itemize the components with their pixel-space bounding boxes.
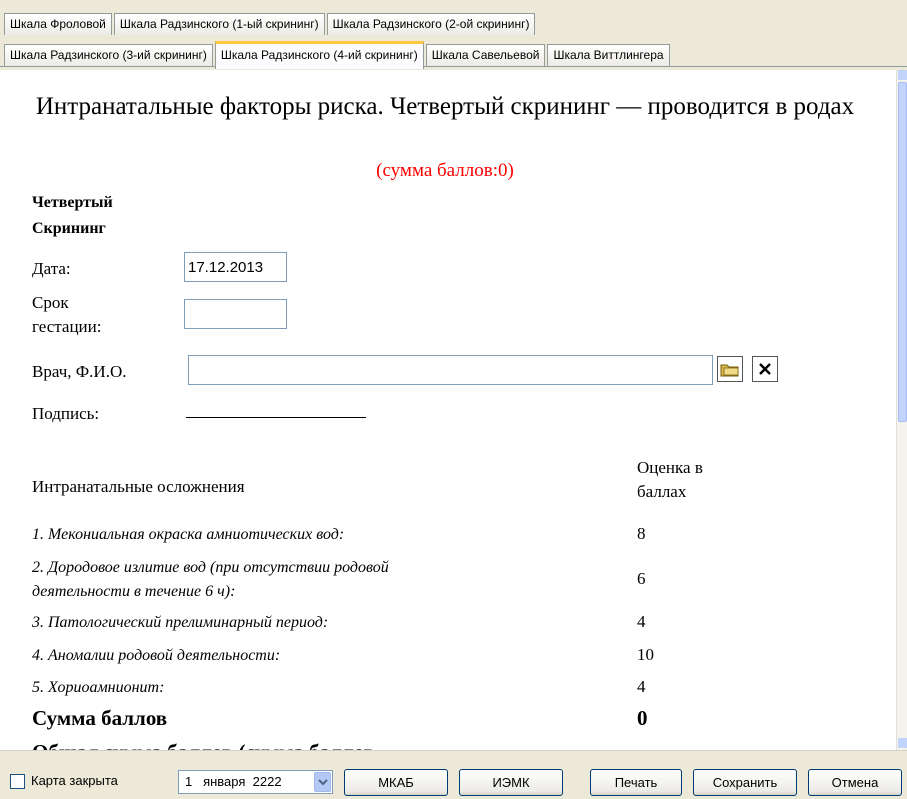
tab-frolova[interactable]: Шкала Фроловой (4, 13, 112, 35)
tab-radzinsky-4[interactable]: Шкала Радзинского (4-ий скрининг) (214, 41, 424, 69)
date-day: 1 (185, 774, 193, 789)
close-date-picker[interactable]: 1 января 2222 (178, 770, 333, 794)
mkab-button[interactable]: МКАБ (344, 769, 448, 796)
form-panel: Интранатальные факторы риска. Четвертый … (0, 70, 896, 750)
date-year: 2222 (252, 774, 282, 789)
score-summary: (сумма баллов:0) (376, 160, 514, 181)
vertical-scrollbar[interactable] (896, 70, 907, 750)
tab-row-2: Шкала Радзинского (3-ий скрининг) Шкала … (4, 41, 672, 72)
save-button[interactable]: Сохранить (693, 769, 797, 796)
table-header-score-line1: Оценка в (637, 458, 703, 477)
chevron-down-icon (317, 779, 328, 786)
tab-wittlinger[interactable]: Шкала Виттлингера (547, 44, 670, 66)
criterion-row-4: 4. Аномалии родовой деятельности: (32, 647, 281, 664)
tab-radzinsky-2[interactable]: Шкала Радзинского (2-ой скрининг) (326, 13, 536, 35)
date-month: января (203, 774, 246, 789)
criterion-score-2: 6 (637, 569, 646, 588)
print-button[interactable]: Печать (590, 769, 682, 796)
section-heading-line2: Скрининг (32, 220, 106, 237)
scroll-down-arrow[interactable] (898, 738, 907, 748)
sum-label: Сумма баллов (32, 706, 168, 730)
criterion-score-4: 10 (637, 645, 654, 664)
tab-strip: Шкала Фроловой Шкала Радзинского (1-ый с… (0, 0, 907, 70)
tab-divider (0, 66, 907, 67)
criterion-row-2: 2. Дородовое излитие вод (при отсутствии… (32, 559, 389, 576)
criterion-score-3: 4 (637, 612, 646, 631)
close-icon (759, 363, 771, 375)
date-dropdown-button[interactable] (314, 772, 331, 792)
card-closed-label: Карта закрыта (31, 773, 118, 788)
page-title: Интранатальные факторы риска. Четвертый … (35, 93, 855, 120)
signature-label: Подпись: (32, 404, 100, 423)
tab-radzinsky-3[interactable]: Шкала Радзинского (3-ий скрининг) (4, 44, 213, 66)
tab-row-1: Шкала Фроловой Шкала Радзинского (1-ый с… (4, 13, 537, 35)
criterion-row-1: 1. Мекониальная окраска амниотических во… (32, 526, 345, 543)
folder-icon (720, 364, 739, 377)
table-header-complications: Интранатальные осложнения (32, 477, 245, 496)
cancel-button[interactable]: Отмена (808, 769, 902, 796)
clear-doctor-button[interactable] (752, 356, 778, 382)
sum-value: 0 (637, 706, 648, 730)
doctor-label: Врач, Ф.И.О. (32, 362, 127, 381)
iemk-button[interactable]: ИЭМК (459, 769, 563, 796)
total-sum-label: Общая сумма баллов (сумма баллов (32, 740, 375, 750)
criterion-score-5: 4 (637, 677, 646, 696)
term-label-line1: Срок (32, 293, 69, 312)
term-label-line2: гестации: (32, 317, 102, 336)
select-doctor-button[interactable] (717, 356, 743, 382)
doctor-name-field[interactable] (188, 355, 713, 385)
criterion-score-1: 8 (637, 524, 646, 543)
section-heading-line1: Четвертый (32, 194, 113, 211)
table-header-score-line2: баллах (637, 482, 687, 501)
scroll-up-arrow[interactable] (898, 70, 907, 80)
card-closed-checkbox[interactable] (10, 774, 25, 789)
criterion-row-3: 3. Патологический прелиминарный период: (32, 614, 329, 631)
tab-radzinsky-1[interactable]: Шкала Радзинского (1-ый скрининг) (113, 13, 325, 35)
date-field[interactable] (184, 252, 287, 282)
date-label: Дата: (32, 259, 71, 278)
criterion-row-5: 5. Хориоамнионит: (32, 679, 165, 696)
criterion-row-2-cont: деятельности в течение 6 ч): (32, 583, 236, 600)
signature-line (186, 417, 366, 418)
scroll-thumb[interactable] (898, 82, 907, 422)
bottom-toolbar: Карта закрыта 1 января 2222 МКАБ ИЭМК Пе… (0, 750, 907, 799)
tab-savelyeva[interactable]: Шкала Савельевой (425, 44, 546, 66)
gestation-term-field[interactable] (184, 299, 287, 329)
